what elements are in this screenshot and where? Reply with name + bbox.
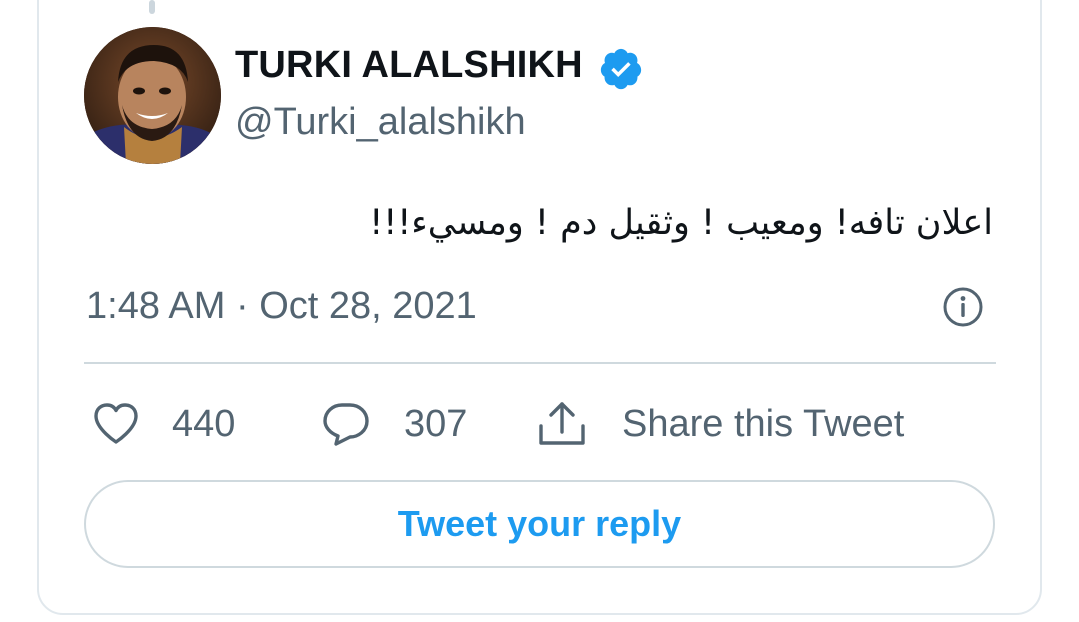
like-count: 440 — [172, 402, 236, 445]
info-icon[interactable] — [942, 286, 984, 328]
divider — [84, 362, 996, 364]
like-button[interactable]: 440 — [90, 398, 235, 450]
tweet-timestamp[interactable]: 1:48 AM · Oct 28, 2021 — [86, 285, 477, 328]
thread-connector-line — [149, 0, 155, 14]
share-label: Share this Tweet — [622, 402, 905, 445]
verified-badge-icon — [600, 48, 642, 90]
share-upload-icon — [539, 402, 585, 445]
tweet-text: اعلان تافه! ومعيب ! وثقيل دم ! ومسيء!!! — [369, 203, 993, 243]
heart-icon — [94, 403, 138, 444]
avatar[interactable] — [84, 27, 221, 164]
tweet-your-reply-button[interactable]: Tweet your reply — [84, 480, 995, 568]
author-display-name[interactable]: TURKI ALALSHIKH — [235, 44, 583, 87]
author-handle[interactable]: @Turki_alalshikh — [235, 101, 526, 144]
speech-bubble-icon — [323, 403, 369, 446]
reply-action-button[interactable]: 307 — [320, 398, 467, 450]
share-button[interactable]: Share this Tweet — [536, 398, 904, 450]
reply-count: 307 — [404, 402, 468, 445]
